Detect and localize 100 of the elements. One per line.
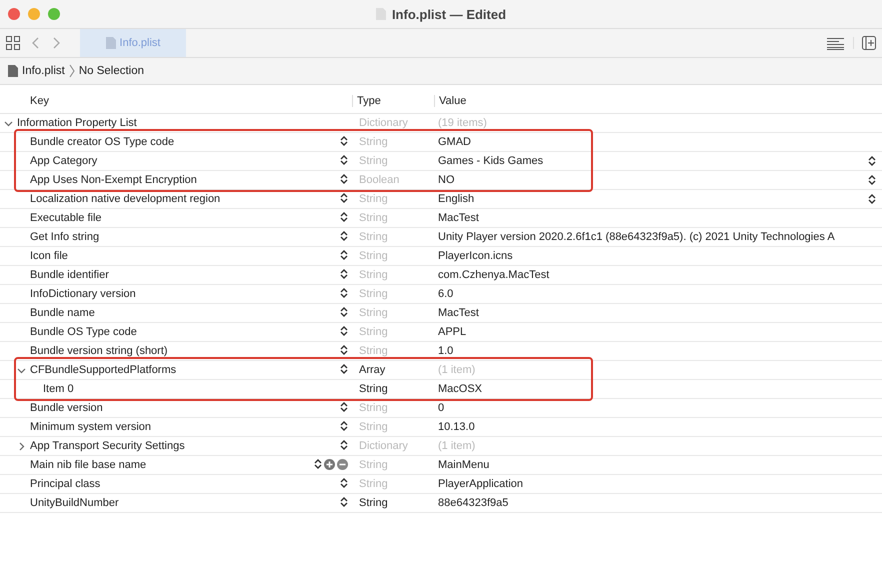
- type-cell-text: String: [358, 459, 389, 471]
- stepper-icon[interactable]: [340, 249, 348, 261]
- chevron-down-icon[interactable]: [4, 118, 13, 128]
- type-cell-text: Boolean: [358, 174, 400, 186]
- stepper-icon[interactable]: [314, 458, 322, 470]
- type-cell-text: String: [358, 345, 389, 357]
- stepper-icon[interactable]: [340, 344, 348, 356]
- stepper-icon[interactable]: [340, 268, 348, 280]
- stepper-icon[interactable]: [340, 211, 348, 223]
- key-cell: Bundle version string (short): [30, 345, 168, 357]
- add-panel-icon[interactable]: [862, 36, 876, 50]
- stepper-icon[interactable]: [340, 287, 348, 299]
- type-cell-text: String: [358, 155, 389, 167]
- value-cell-text: MainMenu: [437, 459, 490, 471]
- type-cell-text: String: [358, 269, 389, 281]
- key-cell: UnityBuildNumber: [30, 497, 119, 509]
- chevron-down-icon[interactable]: [17, 366, 26, 374]
- stepper-icon[interactable]: [340, 306, 348, 318]
- close-button[interactable]: [8, 8, 20, 20]
- stepper-icon[interactable]: [340, 154, 348, 166]
- stepper-icon[interactable]: [340, 363, 348, 375]
- type-cell-text: String: [358, 326, 389, 338]
- key-cell: App Category: [30, 155, 98, 167]
- type-cell-text: String: [358, 288, 389, 300]
- type-cell-text: Array: [358, 364, 386, 376]
- type-cell-text: Dictionary: [358, 117, 409, 129]
- value-cell-text: Games - Kids Games: [437, 155, 544, 167]
- value-cell-text: English: [437, 193, 476, 205]
- value-cell-text: 1.0: [437, 345, 454, 357]
- key-cell: Executable file: [30, 212, 102, 224]
- grid-icon[interactable]: [6, 36, 20, 50]
- popup-icon[interactable]: [868, 193, 876, 205]
- stepper-icon[interactable]: [340, 230, 348, 242]
- value-cell-text: (19 items): [437, 117, 488, 129]
- stepper-icon[interactable]: [340, 401, 348, 413]
- value-cell-text: MacTest: [437, 212, 480, 224]
- popup-icon[interactable]: [868, 155, 876, 167]
- value-cell-text: 0: [437, 402, 446, 414]
- column-header[interactable]: Key: [0, 95, 352, 107]
- value-cell-text: Unity Player version 2020.2.6f1c1 (88e64323f9a5). (c) 2021 Unity Technologies A: [437, 231, 836, 243]
- file-icon: [8, 65, 18, 77]
- type-cell-text: String: [358, 212, 389, 224]
- type-cell-text: Dictionary: [358, 440, 409, 452]
- value-cell-text: PlayerIcon.icns: [437, 250, 514, 262]
- breadcrumb-separator-icon: [68, 64, 75, 78]
- type-cell-text: String: [358, 421, 389, 433]
- value-cell-text: 10.13.0: [437, 421, 476, 433]
- value-cell-text: APPL: [437, 326, 468, 338]
- chevron-right-icon[interactable]: [17, 442, 26, 450]
- stepper-icon[interactable]: [340, 496, 348, 508]
- key-cell: Bundle creator OS Type code: [30, 136, 174, 148]
- key-cell: Information Property List: [17, 117, 137, 129]
- key-cell: Bundle OS Type code: [30, 326, 137, 338]
- stepper-icon[interactable]: [340, 477, 348, 489]
- stepper-icon[interactable]: [340, 325, 348, 337]
- value-cell-text: (1 item): [437, 440, 476, 452]
- value-cell-text: 88e64323f9a5: [437, 497, 510, 509]
- value-cell-text: NO: [437, 174, 456, 186]
- breadcrumb-file[interactable]: Info.plist: [22, 65, 65, 77]
- type-cell-text: String: [358, 497, 389, 509]
- key-cell: Item 0: [43, 383, 74, 395]
- stepper-icon[interactable]: [340, 420, 348, 432]
- value-cell-text: (1 item): [437, 364, 476, 376]
- popup-icon[interactable]: [868, 174, 876, 186]
- key-cell: Bundle name: [30, 307, 95, 319]
- key-cell: Bundle identifier: [30, 269, 109, 281]
- type-cell-text: String: [358, 231, 389, 243]
- breadcrumb-selection[interactable]: No Selection: [78, 65, 144, 77]
- key-cell: App Transport Security Settings: [30, 440, 185, 452]
- value-cell-text: GMAD: [437, 136, 472, 148]
- value-cell-text: MacOSX: [437, 383, 484, 395]
- key-cell: Minimum system version: [30, 421, 152, 433]
- lines-icon[interactable]: [827, 36, 845, 50]
- key-cell: InfoDictionary version: [30, 288, 136, 300]
- value-cell-text: MacTest: [437, 307, 480, 319]
- remove-icon[interactable]: [337, 458, 348, 470]
- key-cell: CFBundleSupportedPlatforms: [30, 364, 176, 376]
- stepper-icon[interactable]: [340, 192, 348, 204]
- key-cell: App Uses Non-Exempt Encryption: [30, 174, 197, 186]
- type-cell-text: String: [358, 193, 389, 205]
- type-cell-text: String: [358, 383, 389, 395]
- stepper-icon[interactable]: [340, 173, 348, 185]
- type-cell-text: String: [358, 250, 389, 262]
- column-header[interactable]: Value: [434, 95, 882, 107]
- file-icon: [106, 37, 116, 49]
- stepper-icon[interactable]: [340, 439, 348, 451]
- value-cell-text: PlayerApplication: [437, 478, 524, 490]
- key-cell: Principal class: [30, 478, 100, 490]
- add-icon[interactable]: [324, 458, 335, 470]
- stepper-icon[interactable]: [340, 135, 348, 147]
- column-header[interactable]: Type: [352, 95, 434, 107]
- type-cell-text: String: [358, 402, 389, 414]
- window-title: Info.plist — Edited: [392, 6, 506, 22]
- value-cell-text: com.Czhenya.MacTest: [437, 269, 550, 281]
- key-cell: Main nib file base name: [30, 459, 146, 471]
- type-cell-text: String: [358, 478, 389, 490]
- type-cell-text: String: [358, 136, 389, 148]
- type-cell-text: String: [358, 307, 389, 319]
- key-cell: Bundle version: [30, 402, 103, 414]
- key-cell: Get Info string: [30, 231, 100, 243]
